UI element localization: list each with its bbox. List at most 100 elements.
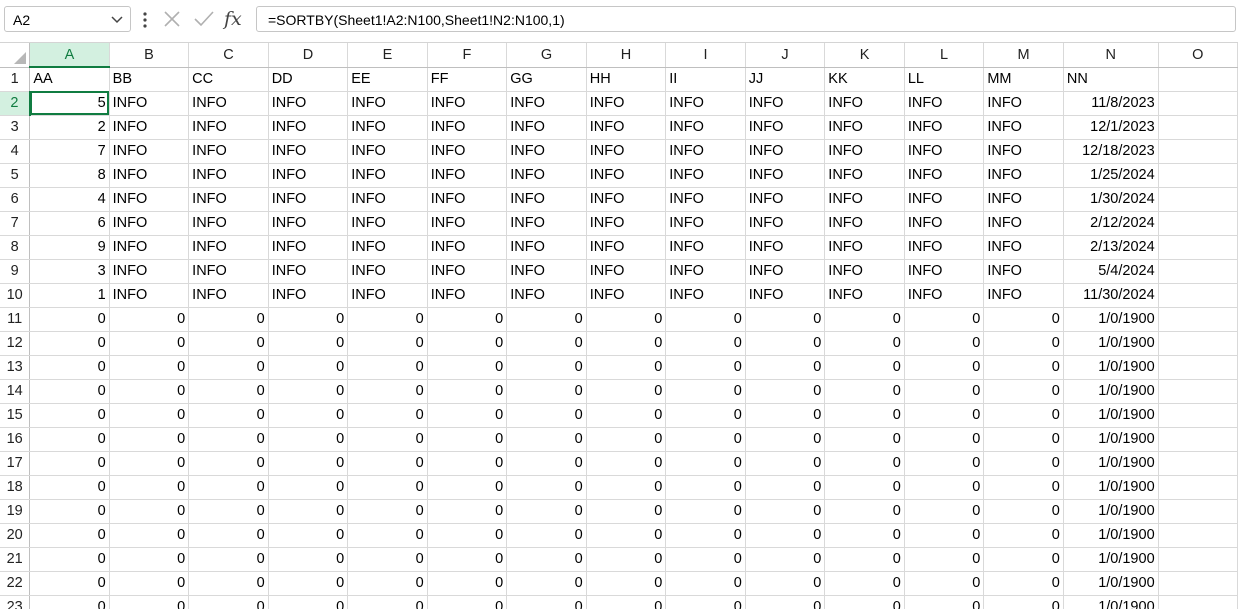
row-header-6[interactable]: 6 xyxy=(0,187,31,212)
cell-G3[interactable]: INFO xyxy=(506,115,587,140)
cell-L13[interactable]: 0 xyxy=(904,355,985,380)
cell-M10[interactable]: INFO xyxy=(983,283,1064,308)
cell-E18[interactable]: 0 xyxy=(347,475,428,500)
cell-J14[interactable]: 0 xyxy=(745,379,826,404)
cell-A1[interactable]: AA xyxy=(29,67,110,92)
cell-F9[interactable]: INFO xyxy=(427,259,508,284)
cell-I6[interactable]: INFO xyxy=(665,187,746,212)
cell-L17[interactable]: 0 xyxy=(904,451,985,476)
cell-F1[interactable]: FF xyxy=(427,67,508,92)
cell-J2[interactable]: INFO xyxy=(745,91,826,116)
cell-K22[interactable]: 0 xyxy=(824,571,905,596)
cell-L14[interactable]: 0 xyxy=(904,379,985,404)
cell-K11[interactable]: 0 xyxy=(824,307,905,332)
column-header-E[interactable]: E xyxy=(347,43,428,68)
cell-I21[interactable]: 0 xyxy=(665,547,746,572)
cell-K17[interactable]: 0 xyxy=(824,451,905,476)
cell-L6[interactable]: INFO xyxy=(904,187,985,212)
row-header-16[interactable]: 16 xyxy=(0,427,31,452)
cell-A11[interactable]: 0 xyxy=(29,307,110,332)
cancel-icon[interactable] xyxy=(162,9,182,29)
cell-F22[interactable]: 0 xyxy=(427,571,508,596)
cell-D22[interactable]: 0 xyxy=(268,571,349,596)
cell-C20[interactable]: 0 xyxy=(188,523,269,548)
cell-C23[interactable]: 0 xyxy=(188,595,269,609)
cell-I1[interactable]: II xyxy=(665,67,746,92)
cell-J12[interactable]: 0 xyxy=(745,331,826,356)
cell-N14[interactable]: 1/0/1900 xyxy=(1063,379,1159,404)
cell-C1[interactable]: CC xyxy=(188,67,269,92)
cell-B7[interactable]: INFO xyxy=(109,211,190,236)
row-header-5[interactable]: 5 xyxy=(0,163,31,188)
column-header-B[interactable]: B xyxy=(109,43,190,68)
row-header-15[interactable]: 15 xyxy=(0,403,31,428)
cell-G21[interactable]: 0 xyxy=(506,547,587,572)
cell-M23[interactable]: 0 xyxy=(983,595,1064,609)
cell-M19[interactable]: 0 xyxy=(983,499,1064,524)
cell-E4[interactable]: INFO xyxy=(347,139,428,164)
cell-B21[interactable]: 0 xyxy=(109,547,190,572)
cell-E10[interactable]: INFO xyxy=(347,283,428,308)
cell-L20[interactable]: 0 xyxy=(904,523,985,548)
cell-D3[interactable]: INFO xyxy=(268,115,349,140)
cell-I19[interactable]: 0 xyxy=(665,499,746,524)
cell-H22[interactable]: 0 xyxy=(586,571,667,596)
cell-B3[interactable]: INFO xyxy=(109,115,190,140)
cell-F14[interactable]: 0 xyxy=(427,379,508,404)
cell-D17[interactable]: 0 xyxy=(268,451,349,476)
cell-K2[interactable]: INFO xyxy=(824,91,905,116)
cell-G9[interactable]: INFO xyxy=(506,259,587,284)
cell-N7[interactable]: 2/12/2024 xyxy=(1063,211,1159,236)
cell-J21[interactable]: 0 xyxy=(745,547,826,572)
cell-I16[interactable]: 0 xyxy=(665,427,746,452)
cell-O20[interactable] xyxy=(1158,523,1238,548)
cell-H18[interactable]: 0 xyxy=(586,475,667,500)
cell-C15[interactable]: 0 xyxy=(188,403,269,428)
cell-E1[interactable]: EE xyxy=(347,67,428,92)
cell-G18[interactable]: 0 xyxy=(506,475,587,500)
column-header-O[interactable]: O xyxy=(1158,43,1238,68)
cell-M5[interactable]: INFO xyxy=(983,163,1064,188)
cell-F15[interactable]: 0 xyxy=(427,403,508,428)
cell-J4[interactable]: INFO xyxy=(745,139,826,164)
cell-D2[interactable]: INFO xyxy=(268,91,349,116)
cell-H7[interactable]: INFO xyxy=(586,211,667,236)
cell-L4[interactable]: INFO xyxy=(904,139,985,164)
row-header-9[interactable]: 9 xyxy=(0,259,31,284)
cell-I17[interactable]: 0 xyxy=(665,451,746,476)
cell-C6[interactable]: INFO xyxy=(188,187,269,212)
cell-A9[interactable]: 3 xyxy=(29,259,110,284)
cell-F5[interactable]: INFO xyxy=(427,163,508,188)
cell-K23[interactable]: 0 xyxy=(824,595,905,609)
column-header-I[interactable]: I xyxy=(665,43,746,68)
cell-A4[interactable]: 7 xyxy=(29,139,110,164)
cell-N19[interactable]: 1/0/1900 xyxy=(1063,499,1159,524)
cell-C17[interactable]: 0 xyxy=(188,451,269,476)
cell-E2[interactable]: INFO xyxy=(347,91,428,116)
cell-B10[interactable]: INFO xyxy=(109,283,190,308)
cell-M14[interactable]: 0 xyxy=(983,379,1064,404)
cell-L7[interactable]: INFO xyxy=(904,211,985,236)
cell-K5[interactable]: INFO xyxy=(824,163,905,188)
cell-G7[interactable]: INFO xyxy=(506,211,587,236)
cell-J19[interactable]: 0 xyxy=(745,499,826,524)
cell-D15[interactable]: 0 xyxy=(268,403,349,428)
cell-D13[interactable]: 0 xyxy=(268,355,349,380)
cell-N8[interactable]: 2/13/2024 xyxy=(1063,235,1159,260)
row-header-14[interactable]: 14 xyxy=(0,379,31,404)
cell-F19[interactable]: 0 xyxy=(427,499,508,524)
row-header-3[interactable]: 3 xyxy=(0,115,31,140)
cell-D23[interactable]: 0 xyxy=(268,595,349,609)
cell-A10[interactable]: 1 xyxy=(29,283,110,308)
cell-C21[interactable]: 0 xyxy=(188,547,269,572)
enter-check-icon[interactable] xyxy=(193,9,215,29)
cell-E11[interactable]: 0 xyxy=(347,307,428,332)
cell-A12[interactable]: 0 xyxy=(29,331,110,356)
cell-I8[interactable]: INFO xyxy=(665,235,746,260)
column-header-L[interactable]: L xyxy=(904,43,985,68)
cell-A6[interactable]: 4 xyxy=(29,187,110,212)
cell-A13[interactable]: 0 xyxy=(29,355,110,380)
row-header-11[interactable]: 11 xyxy=(0,307,31,332)
cell-N20[interactable]: 1/0/1900 xyxy=(1063,523,1159,548)
cell-E13[interactable]: 0 xyxy=(347,355,428,380)
